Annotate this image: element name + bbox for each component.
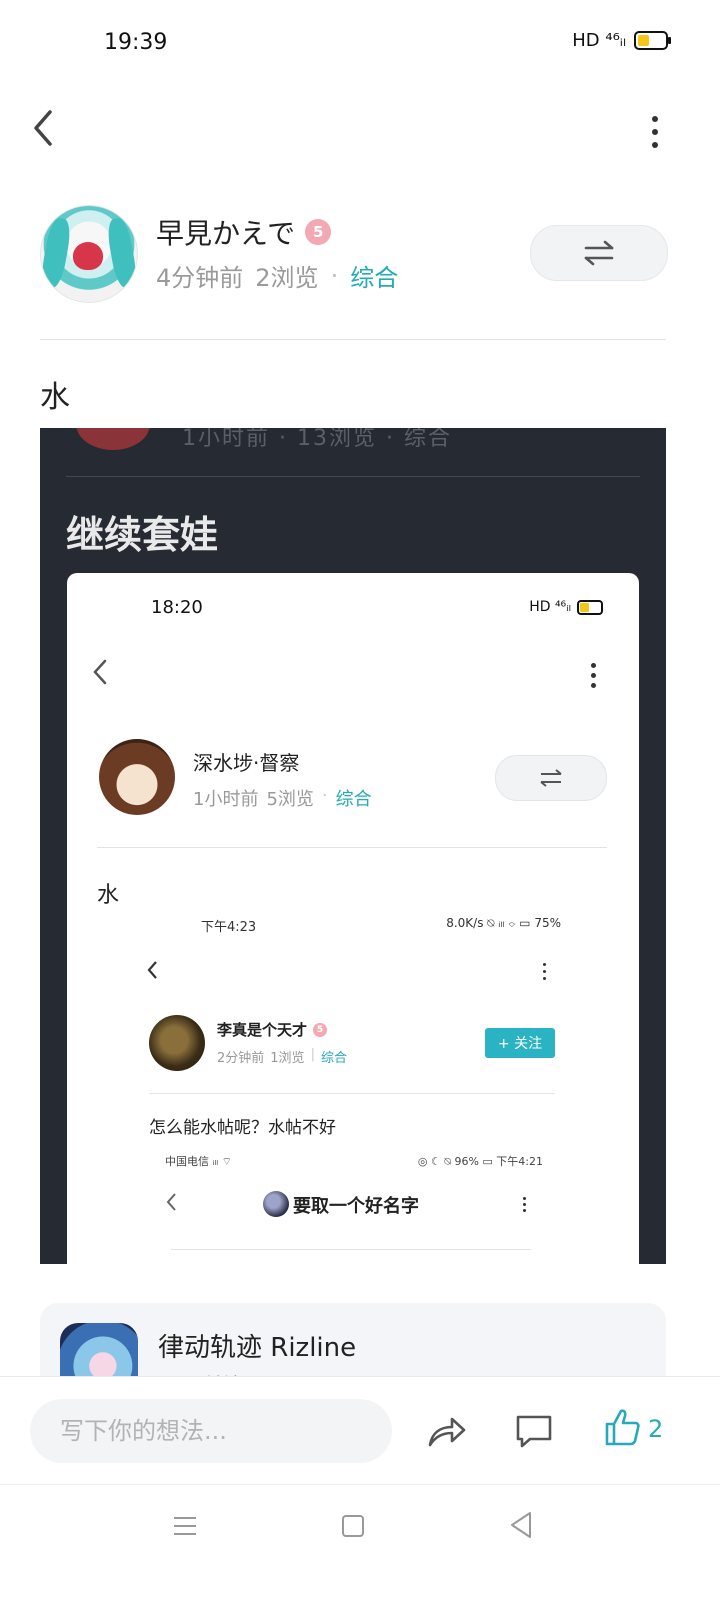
- comment-input[interactable]: [30, 1399, 392, 1463]
- battery-icon: [634, 31, 671, 50]
- back-button[interactable]: [28, 104, 68, 152]
- chevron-left-icon: [166, 1193, 176, 1211]
- share-button[interactable]: [424, 1409, 468, 1453]
- status-icons: HD ⁴⁶ᵢₗ: [572, 30, 671, 51]
- thumbs-up-icon: [605, 1409, 640, 1446]
- menu-icon: [174, 1517, 196, 1535]
- post-views: 2浏览: [255, 264, 319, 292]
- comment-button[interactable]: [512, 1409, 556, 1453]
- swap-arrows-icon: [540, 769, 562, 787]
- post-time: 4分钟前: [156, 264, 244, 292]
- post-meta: 4分钟前 2浏览 · 综合: [156, 258, 398, 293]
- status-time: 19:39: [104, 30, 168, 55]
- level-badge: 5: [305, 219, 332, 245]
- nav-back-button[interactable]: [506, 1509, 536, 1541]
- more-vertical-icon: [543, 963, 546, 980]
- network-indicator: HD ⁴⁶ᵢₗ: [572, 30, 626, 51]
- like-button[interactable]: [604, 1407, 640, 1447]
- image-title: 继续套娃: [66, 513, 219, 557]
- system-nav-bar: [0, 1484, 720, 1601]
- divider: [40, 339, 666, 340]
- triangle-back-icon: [511, 1512, 531, 1538]
- comment-icon: [516, 1415, 552, 1448]
- bottom-action-bar: 2: [0, 1376, 720, 1485]
- swap-button[interactable]: [530, 225, 668, 281]
- post-image[interactable]: 1小时前 · 13浏览 · 综合 继续套娃 18:20 HD ⁴⁶ᵢₗ 深水埗·…: [40, 428, 666, 1264]
- share-arrow-icon: [428, 1417, 466, 1447]
- author-name[interactable]: 早見かえで: [156, 212, 295, 252]
- avatar: [99, 739, 175, 815]
- image-cropped-header: 1小时前 · 13浏览 · 综合: [40, 428, 666, 458]
- post-text: 水: [40, 380, 70, 415]
- square-home-icon: [342, 1515, 364, 1537]
- nav-home-button[interactable]: [340, 1513, 366, 1539]
- post-category[interactable]: 综合: [350, 258, 398, 293]
- meta-separator: ·: [330, 261, 339, 290]
- swap-arrows-icon: [584, 240, 614, 266]
- battery-icon: [577, 599, 603, 615]
- inner-screenshot: 18:20 HD ⁴⁶ᵢₗ 深水埗·督察 1小时前 5浏览 · 综合 水 下午4…: [67, 573, 639, 1264]
- nav-menu-button[interactable]: [172, 1513, 198, 1539]
- like-count: 2: [648, 1415, 664, 1443]
- more-options-button[interactable]: [640, 110, 670, 154]
- chevron-left-icon: [147, 961, 157, 979]
- more-vertical-icon: [591, 663, 596, 688]
- avatar: [149, 1015, 205, 1071]
- more-vertical-icon: [523, 1197, 526, 1212]
- game-title: 律动轨迹 Rizline: [158, 1333, 357, 1363]
- more-vertical-icon: [652, 116, 658, 122]
- author-avatar[interactable]: [40, 205, 138, 303]
- author-name-row[interactable]: 早見かえで 5: [156, 212, 332, 252]
- chevron-left-icon: [93, 659, 107, 685]
- chevron-left-icon: [34, 110, 52, 146]
- avatar: [263, 1191, 289, 1217]
